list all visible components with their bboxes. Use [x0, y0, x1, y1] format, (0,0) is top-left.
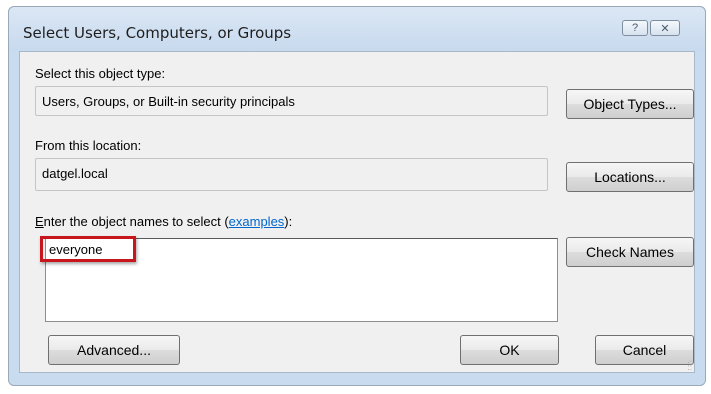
- close-button[interactable]: ✕: [650, 20, 680, 36]
- title-bar: Select Users, Computers, or Groups ? ✕: [9, 7, 705, 51]
- help-icon: ?: [631, 22, 639, 34]
- advanced-button[interactable]: Advanced...: [48, 335, 180, 365]
- accelerator-key: E: [35, 214, 44, 229]
- location-value: datgel.local: [42, 166, 108, 181]
- resize-grip-icon[interactable]: ·:::: [682, 359, 692, 372]
- locations-button[interactable]: Locations...: [566, 162, 694, 192]
- check-names-button[interactable]: Check Names: [566, 237, 694, 267]
- object-names-label-text: nter the object names to select (: [43, 214, 229, 229]
- ok-button[interactable]: OK: [460, 335, 559, 365]
- dialog-title: Select Users, Computers, or Groups: [23, 24, 292, 42]
- examples-link[interactable]: examples: [229, 214, 285, 229]
- object-type-field: Users, Groups, or Built-in security prin…: [35, 86, 548, 116]
- location-label: From this location:: [35, 138, 142, 153]
- location-field: datgel.local: [35, 158, 548, 191]
- select-users-dialog: Select Users, Computers, or Groups ? ✕ S…: [8, 6, 706, 386]
- dialog-body: Select this object type: Users, Groups, …: [19, 51, 695, 373]
- object-types-button[interactable]: Object Types...: [566, 89, 694, 119]
- object-names-label-suffix: ):: [284, 214, 293, 229]
- red-highlight-box: [40, 236, 136, 262]
- close-icon: ✕: [660, 22, 670, 35]
- object-type-label: Select this object type:: [35, 66, 166, 81]
- cancel-button[interactable]: Cancel: [595, 335, 694, 365]
- object-names-label: Enter the object names to select (exampl…: [35, 214, 292, 229]
- help-button[interactable]: ?: [622, 20, 648, 36]
- object-type-value: Users, Groups, or Built-in security prin…: [42, 94, 295, 109]
